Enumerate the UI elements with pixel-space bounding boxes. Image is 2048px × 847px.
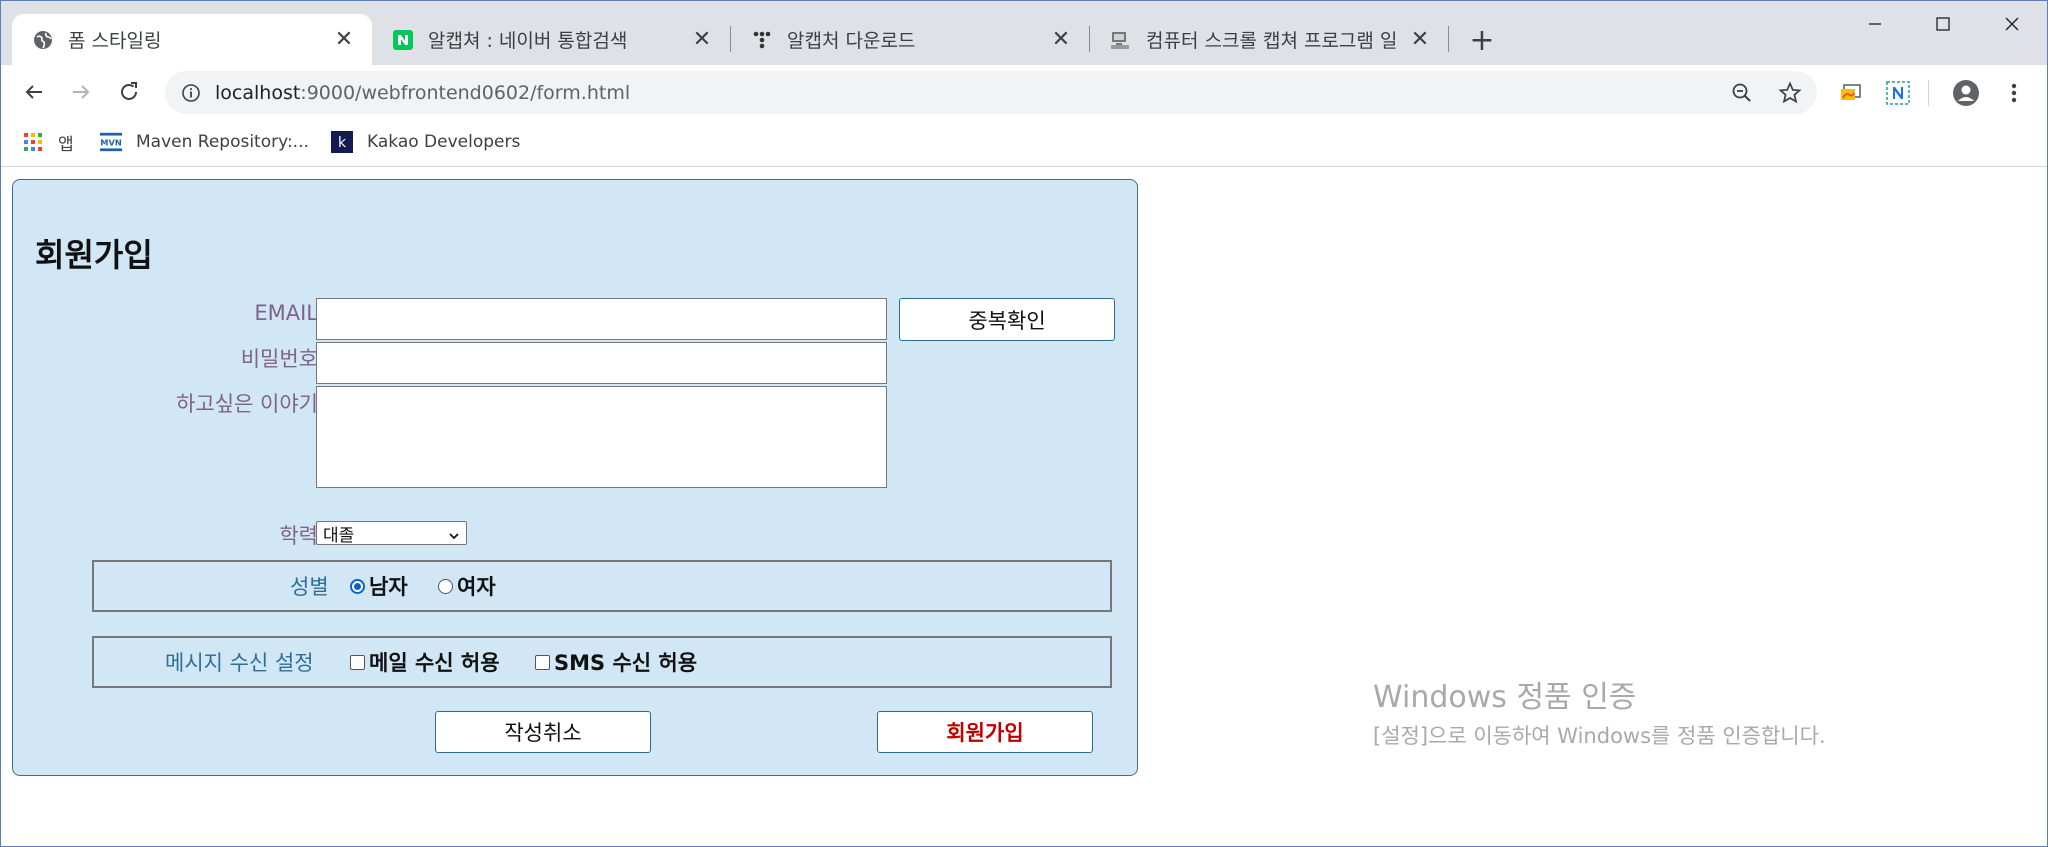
checkbox-label: SMS 수신 허용	[554, 651, 698, 675]
windows-activation-watermark: Windows 정품 인증 [설정]으로 이동하여 Windows를 정품 인증…	[1373, 672, 1826, 750]
checkbox-unchecked-icon[interactable]	[350, 654, 365, 670]
gender-radio-female[interactable]: 여자	[438, 571, 496, 601]
tab-naver-search[interactable]: 알캡쳐 : 네이버 통합검색 ✕	[372, 14, 730, 65]
maven-icon: MVN	[100, 131, 122, 153]
bookmark-label: 앱	[58, 134, 74, 155]
back-button[interactable]	[16, 74, 52, 110]
signup-form-panel: 회원가입 EMAIL 중복확인 비밀번호 하고싶은 이야기 학력 대졸 성별 남…	[12, 179, 1138, 776]
minimize-icon	[1869, 23, 1881, 25]
apps-grid-icon	[22, 131, 44, 153]
new-tab-button[interactable]: +	[1466, 23, 1498, 58]
radio-unchecked-icon[interactable]	[438, 578, 453, 594]
tab-title: 폼 스타일링	[68, 30, 162, 52]
dots-logo-icon	[751, 29, 773, 51]
message-textarea[interactable]	[316, 386, 887, 488]
bookmark-apps[interactable]: 앱	[22, 129, 74, 155]
signup-submit-button[interactable]: 회원가입	[877, 711, 1093, 753]
password-label: 비밀번호	[240, 347, 318, 371]
url-host: localhost	[215, 81, 301, 104]
back-arrow-icon	[25, 85, 42, 99]
toolbar-divider	[1928, 80, 1929, 106]
browser-toolbar: localhost:9000/webfrontend0602/form.html	[0, 65, 2048, 119]
password-input[interactable]	[316, 342, 887, 384]
close-window-button[interactable]	[1982, 4, 2042, 44]
tab-form-styling[interactable]: 폼 스타일링 ✕	[12, 14, 372, 65]
info-icon[interactable]	[181, 83, 201, 103]
url-text[interactable]: localhost:9000/webfrontend0602/form.html	[215, 82, 630, 104]
close-icon[interactable]: ✕	[1408, 27, 1432, 52]
address-bar[interactable]: localhost:9000/webfrontend0602/form.html	[165, 71, 1817, 114]
radio-label: 여자	[457, 575, 496, 599]
bookmarks-bar: 앱 MVN Maven Repository:... k Kakao Devel…	[0, 119, 2048, 167]
notify-fieldset: 메시지 수신 설정 메일 수신 허용 SMS 수신 허용	[92, 636, 1112, 688]
gender-label: 성별	[290, 575, 329, 599]
close-icon[interactable]: ✕	[690, 27, 714, 52]
zoom-out-icon[interactable]	[1728, 79, 1756, 107]
reload-button[interactable]	[111, 74, 147, 110]
tab-strip: 폼 스타일링 ✕ 알캡쳐 : 네이버 통합검색 ✕ 알캡처 다운로드 ✕ 컴퓨터…	[0, 0, 2048, 65]
watermark-title: Windows 정품 인증	[1373, 680, 1637, 715]
bookmark-label: Kakao Developers	[367, 132, 521, 152]
bookmark-label: Maven Repository:...	[136, 132, 309, 152]
maximize-button[interactable]	[1913, 4, 1973, 44]
kakao-k-icon: k	[331, 131, 353, 153]
naver-icon	[392, 29, 414, 51]
bookmark-maven[interactable]: MVN Maven Repository:...	[100, 129, 309, 155]
notify-label: 메시지 수신 설정	[165, 651, 314, 675]
reload-icon	[121, 82, 137, 100]
minimize-button[interactable]	[1845, 4, 1905, 44]
duplicate-check-button[interactable]: 중복확인	[899, 298, 1115, 341]
maximize-icon	[1936, 17, 1950, 31]
tab-alcapture-download[interactable]: 알캡처 다운로드 ✕	[731, 14, 1089, 65]
form-title: 회원가입	[35, 236, 153, 274]
cast-extension-icon[interactable]	[1837, 79, 1865, 107]
tab-title: 알캡처 다운로드	[787, 30, 916, 52]
profile-icon[interactable]	[1952, 79, 1980, 107]
tab-scroll-capture[interactable]: 컴퓨터 스크롤 캡쳐 프로그램 일 ✕	[1090, 14, 1448, 65]
close-icon[interactable]: ✕	[1049, 27, 1073, 52]
globe-icon	[32, 29, 54, 51]
forward-arrow-icon	[73, 85, 90, 99]
forward-button[interactable]	[63, 74, 99, 110]
email-input[interactable]	[316, 298, 887, 340]
checkbox-unchecked-icon[interactable]	[535, 654, 550, 670]
bookmark-kakao[interactable]: k Kakao Developers	[331, 129, 520, 155]
chevron-down-icon	[448, 527, 460, 547]
sms-consent-checkbox[interactable]: SMS 수신 허용	[535, 647, 697, 677]
education-select[interactable]: 대졸	[316, 521, 467, 547]
watermark-subtitle: [설정]으로 이동하여 Windows를 정품 인증합니다.	[1373, 724, 1826, 748]
page-content: 회원가입 EMAIL 중복확인 비밀번호 하고싶은 이야기 학력 대졸 성별 남…	[0, 168, 2048, 847]
education-selected-value: 대졸	[323, 525, 355, 546]
n-extension-icon[interactable]	[1884, 79, 1912, 107]
radio-label: 남자	[369, 575, 408, 599]
bookmark-star-icon[interactable]	[1776, 79, 1804, 107]
message-label: 하고싶은 이야기	[176, 392, 318, 416]
checkbox-label: 메일 수신 허용	[369, 651, 500, 675]
email-label: EMAIL	[254, 301, 318, 325]
radio-checked-icon[interactable]	[350, 578, 365, 594]
tab-title: 컴퓨터 스크롤 캡쳐 프로그램 일	[1146, 30, 1398, 52]
mail-consent-checkbox[interactable]: 메일 수신 허용	[350, 647, 500, 677]
computer-icon	[1110, 29, 1132, 51]
cancel-button[interactable]: 작성취소	[435, 711, 651, 753]
svg-text:k: k	[338, 135, 347, 151]
url-path: :9000/webfrontend0602/form.html	[300, 81, 631, 104]
gender-fieldset: 성별 남자 여자	[92, 560, 1112, 612]
kebab-menu-icon[interactable]	[2000, 79, 2028, 107]
close-icon	[2005, 17, 2019, 31]
tab-separator	[1448, 26, 1449, 52]
svg-text:MVN: MVN	[100, 138, 122, 148]
education-label: 학력	[279, 524, 318, 548]
tab-title: 알캡쳐 : 네이버 통합검색	[428, 30, 628, 52]
close-icon[interactable]: ✕	[332, 27, 356, 52]
gender-radio-male[interactable]: 남자	[350, 571, 408, 601]
